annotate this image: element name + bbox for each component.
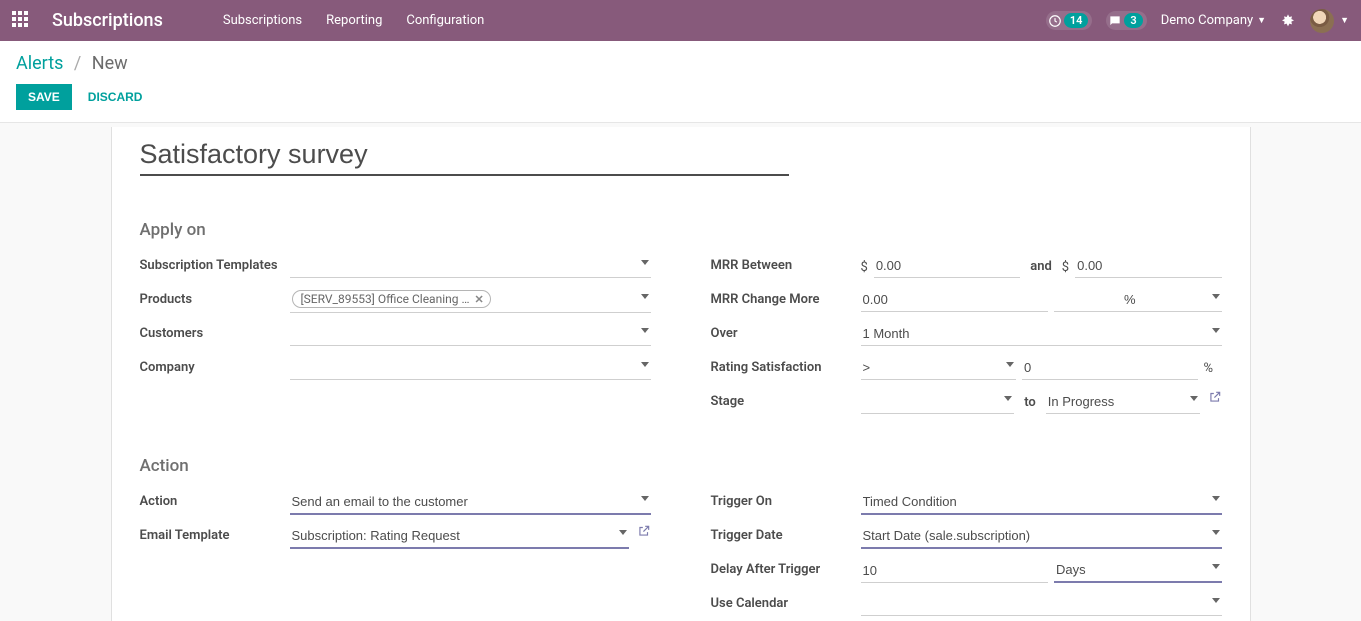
nav-reporting[interactable]: Reporting — [326, 13, 382, 28]
label-trigger-date: Trigger Date — [711, 524, 861, 543]
action-bar: Alerts / New SAVE DISCARD — [0, 41, 1361, 123]
section-apply-on: Apply on — [140, 220, 1222, 240]
mrr-change-unit-select[interactable] — [1054, 288, 1222, 312]
subscription-templates-input[interactable] — [290, 254, 651, 278]
chevron-down-icon: ▼ — [1257, 15, 1266, 26]
tag-remove-icon[interactable]: ✕ — [475, 293, 484, 306]
save-button[interactable]: SAVE — [16, 84, 72, 110]
label-stage: Stage — [711, 390, 861, 409]
activities-count: 14 — [1064, 13, 1089, 28]
label-products: Products — [140, 288, 290, 307]
over-select[interactable] — [861, 322, 1222, 346]
mrr-from-input[interactable] — [874, 254, 1020, 278]
label-customers: Customers — [140, 322, 290, 341]
messages-indicator[interactable]: 3 — [1106, 11, 1146, 30]
activities-indicator[interactable]: 14 — [1046, 11, 1093, 30]
label-mrr-between: MRR Between — [711, 254, 861, 273]
trigger-on-select[interactable] — [861, 490, 1222, 515]
nav-subscriptions[interactable]: Subscriptions — [223, 13, 302, 28]
chevron-down-icon: ▼ — [1340, 15, 1349, 26]
external-link-icon[interactable] — [637, 524, 651, 538]
messages-count: 3 — [1124, 13, 1142, 28]
breadcrumb-root[interactable]: Alerts — [16, 53, 63, 74]
section-action: Action — [140, 456, 1222, 476]
form-scroll[interactable]: Apply on Subscription Templates Products — [0, 127, 1361, 621]
mrr-change-input[interactable] — [861, 288, 1049, 312]
rating-value-input[interactable] — [1022, 356, 1198, 380]
company-switcher[interactable]: Demo Company ▼ — [1161, 13, 1266, 28]
delay-unit-select[interactable] — [1054, 558, 1222, 583]
form-sheet: Apply on Subscription Templates Products — [111, 127, 1251, 621]
record-title-input[interactable] — [140, 135, 789, 176]
stage-from-input[interactable] — [861, 390, 1015, 414]
rating-operator-select[interactable] — [861, 356, 1017, 380]
label-email-template: Email Template — [140, 524, 290, 543]
stage-to-input[interactable] — [1046, 390, 1200, 414]
use-calendar-input[interactable] — [861, 592, 1222, 616]
action-select[interactable] — [290, 490, 651, 515]
external-link-icon[interactable] — [1208, 390, 1222, 404]
apps-icon[interactable] — [12, 11, 32, 31]
trigger-date-select[interactable] — [861, 524, 1222, 549]
mrr-to-input[interactable] — [1075, 254, 1221, 278]
user-avatar[interactable] — [1310, 9, 1334, 33]
product-tag[interactable]: [SERV_89553] Office Cleaning Sub… ✕ — [292, 290, 491, 308]
label-over: Over — [711, 322, 861, 341]
label-delay: Delay After Trigger — [711, 558, 861, 577]
label-subscription-templates: Subscription Templates — [140, 254, 290, 273]
app-title: Subscriptions — [52, 10, 163, 31]
breadcrumb: Alerts / New — [16, 53, 1345, 74]
top-nav: Subscriptions Subscriptions Reporting Co… — [0, 0, 1361, 41]
nav-configuration[interactable]: Configuration — [406, 13, 484, 28]
label-action: Action — [140, 490, 290, 509]
delay-value-input[interactable] — [861, 559, 1049, 583]
clock-icon — [1048, 14, 1062, 28]
email-template-input[interactable] — [290, 524, 629, 549]
label-rating: Rating Satisfaction — [711, 356, 861, 375]
label-mrr-change: MRR Change More — [711, 288, 861, 307]
label-use-calendar: Use Calendar — [711, 592, 861, 611]
label-company: Company — [140, 356, 290, 375]
label-trigger-on: Trigger On — [711, 490, 861, 509]
customers-input[interactable] — [290, 322, 651, 346]
company-input[interactable] — [290, 356, 651, 380]
breadcrumb-current: New — [92, 53, 128, 74]
chat-icon — [1108, 14, 1122, 28]
debug-icon[interactable] — [1280, 13, 1296, 29]
nav-menu: Subscriptions Reporting Configuration — [223, 13, 1046, 28]
discard-button[interactable]: DISCARD — [88, 90, 143, 104]
